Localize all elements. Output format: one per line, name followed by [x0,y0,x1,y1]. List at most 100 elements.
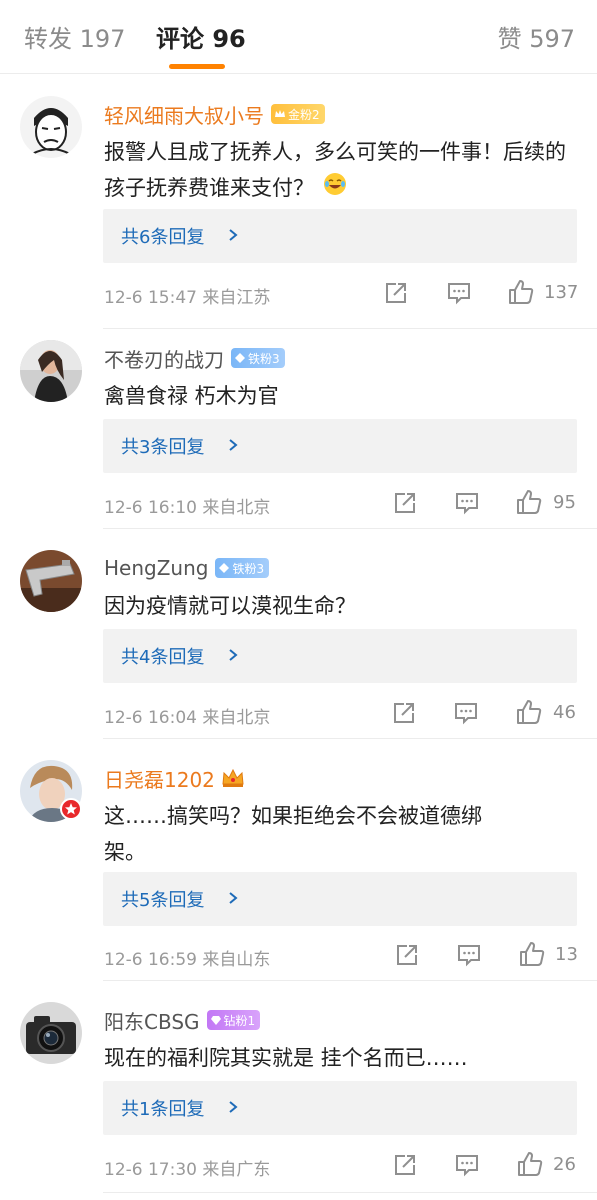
avatar[interactable] [20,1002,82,1064]
fan-badge[interactable]: 金粉2 [271,104,325,124]
fan-badge-label: 金粉2 [288,107,320,122]
replies-box[interactable]: 共6条回复 [103,209,577,263]
share-icon [395,1155,415,1175]
fan-badge[interactable]: 铁粉3 [215,558,270,578]
tab-reposts[interactable]: 转发 197 [24,22,125,56]
laugh-cry-emoji-icon [323,171,347,207]
comment-text: 禽兽食禄 朽木为官 [104,378,578,414]
fan-badge[interactable]: 钻粉1 [206,1010,261,1030]
share-button[interactable] [392,1152,418,1178]
reply-button[interactable] [454,1153,480,1177]
user-line: 阳东CBSG 钻粉1 [104,1005,261,1035]
like-button[interactable] [516,1150,544,1178]
username[interactable]: 阳东CBSG [104,1006,200,1035]
like-count: 26 [553,1154,576,1175]
avatar[interactable] [20,96,82,158]
crown-icon [222,768,244,787]
share-icon [397,945,417,965]
star-icon [65,803,77,815]
divider [103,980,597,981]
replies-box[interactable]: 共4条回复 [103,629,577,683]
share-button[interactable] [392,490,418,516]
like-button[interactable] [507,278,535,306]
comment-meta: 12-6 16:10 来自北京 [104,498,271,518]
replies-count: 共4条回复 [121,647,205,668]
username[interactable]: 日尧磊1202 [104,764,215,793]
reply-button[interactable] [446,281,472,305]
like-count: 95 [553,492,576,513]
replies-count: 共3条回复 [121,437,205,458]
divider [103,528,597,529]
user-line: 日尧磊1202 [104,763,245,793]
tab-comments[interactable]: 评论 96 [156,22,246,56]
share-icon [394,703,414,723]
like-button[interactable] [515,698,543,726]
comment-meta: 12-6 17:30 来自广东 [104,1160,271,1180]
share-button[interactable] [394,942,420,968]
user-line: HengZung 铁粉3 [104,553,270,583]
username[interactable]: 轻风细雨大叔小号 [104,100,264,129]
comment-body: 因为疫情就可以漠视生命？ [104,594,356,618]
like-button[interactable] [518,940,546,968]
share-button[interactable] [391,700,417,726]
diamond-icon [235,353,245,363]
like-count: 46 [553,702,576,723]
comment-tabs: 转发 197 评论 96 赞 597 [0,0,597,74]
thumbs-up-icon [520,942,545,966]
divider [103,328,597,329]
comment-text: 这……搞笑吗？如果拒绝会不会被道德绑 架。 [104,798,578,870]
comment-body: 禽兽食禄 朽木为官 [104,384,279,408]
verified-badge [60,798,82,820]
reply-button[interactable] [456,943,482,967]
like-count: 137 [544,282,579,303]
comment-body-line-2: 架。 [104,840,146,864]
fan-badge-label: 钻粉1 [223,1013,256,1028]
comment-meta: 12-6 16:59 来自山东 [104,950,271,970]
user-line: 轻风细雨大叔小号 金粉2 [104,99,325,129]
fan-badge-label: 铁粉3 [248,351,280,366]
comment-text: 报警人且成了抚养人，多么可笑的一件事！后续的孩子抚养费谁来支付？ [104,134,578,207]
replies-count: 共1条回复 [121,1099,205,1120]
replies-box[interactable]: 共1条回复 [103,1081,577,1135]
diamond-icon [219,563,230,573]
replies-box[interactable]: 共3条回复 [103,419,577,473]
chevron-right-icon [229,439,238,451]
comment-meta: 12-6 16:04 来自北京 [104,708,271,728]
share-icon [386,283,406,303]
comment-bubble-icon [455,703,477,725]
tab-likes[interactable]: 赞 597 [498,22,575,56]
like-button[interactable] [515,488,543,516]
reply-button[interactable] [454,491,480,515]
replies-count: 共5条回复 [121,890,205,911]
diamond-icon [210,1016,221,1025]
share-icon [395,493,415,513]
avatar[interactable] [20,340,82,402]
reply-button[interactable] [453,701,479,725]
comment-meta: 12-6 15:47 来自江苏 [104,288,271,308]
user-line: 不卷刃的战刀 铁粉3 [104,343,285,373]
thumbs-up-icon [517,490,542,514]
comment-bubble-icon [448,283,470,305]
comment-bubble-icon [456,493,478,515]
chevron-right-icon [229,649,238,661]
chevron-right-icon [229,229,238,241]
divider [103,738,597,739]
chevron-right-icon [229,892,238,904]
share-button[interactable] [383,280,409,306]
comment-text: 因为疫情就可以漠视生命？ [104,588,578,624]
fan-badge[interactable]: 铁粉3 [231,348,285,368]
like-count: 13 [555,944,578,965]
chevron-right-icon [229,1101,238,1113]
thumbs-up-icon [509,280,534,304]
comment-body: 现在的福利院其实就是 挂个名而已…… [104,1046,468,1070]
username[interactable]: 不卷刃的战刀 [104,344,224,373]
username[interactable]: HengZung [104,556,208,580]
replies-box[interactable]: 共5条回复 [103,872,577,926]
comment-bubble-icon [456,1155,478,1177]
replies-count: 共6条回复 [121,227,205,248]
thumbs-up-icon [517,700,542,724]
fan-badge-label: 铁粉3 [232,561,265,576]
crown-icon [275,110,285,117]
thumbs-up-icon [518,1152,543,1176]
avatar[interactable] [20,550,82,612]
